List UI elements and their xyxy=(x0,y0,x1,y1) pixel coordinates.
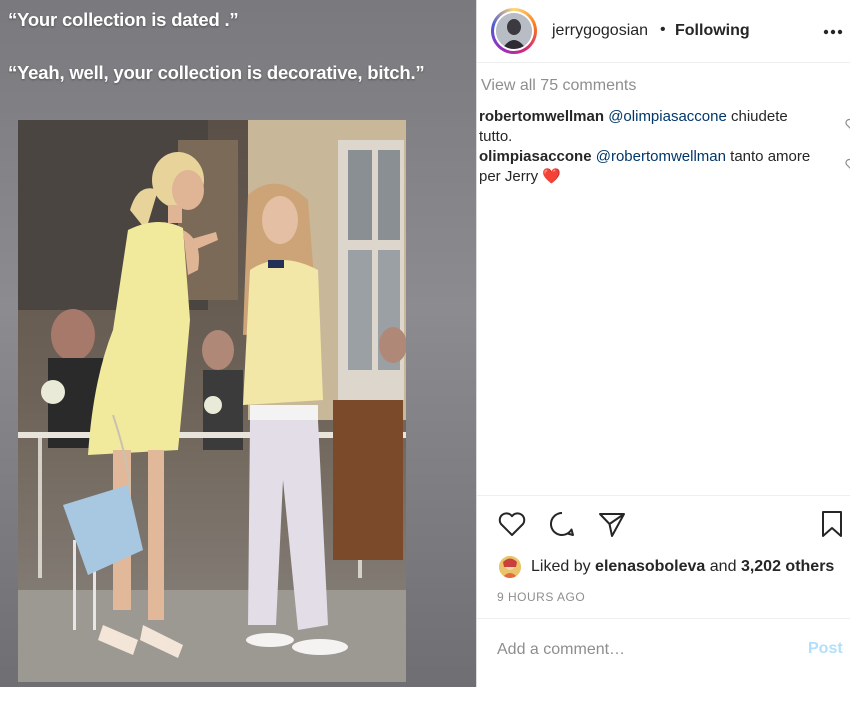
bookmark-icon xyxy=(822,511,842,537)
view-all-comments-link[interactable]: View all 75 comments xyxy=(481,77,636,95)
comment-author[interactable]: olimpiasaccone xyxy=(479,148,592,165)
comment-like-icon[interactable] xyxy=(845,118,850,132)
comment-icon xyxy=(550,511,574,536)
username-link[interactable]: jerrygogosian xyxy=(552,22,648,40)
comment-mention[interactable]: @olimpiasaccone xyxy=(608,108,727,125)
avatar-icon xyxy=(496,13,532,49)
heart-icon xyxy=(498,512,526,536)
comment-mention[interactable]: @robertomwellman xyxy=(596,148,726,165)
red-heart-emoji: ❤️ xyxy=(542,168,562,185)
avatar-icon xyxy=(499,556,521,578)
post-header: jerrygogosian • Following xyxy=(477,0,850,63)
photo-illustration xyxy=(18,120,406,682)
comment-item: robertomwellman @olimpiasaccone chiudete… xyxy=(479,107,819,147)
liker-avatar[interactable] xyxy=(499,556,521,578)
comment-author[interactable]: robertomwellman xyxy=(479,108,604,125)
comment-composer: Post xyxy=(477,618,850,687)
comment-button[interactable] xyxy=(547,509,577,544)
more-options-button[interactable] xyxy=(821,20,845,44)
post-image[interactable]: “Your collection is dated .” “Yeah, well… xyxy=(0,0,476,687)
add-comment-input[interactable] xyxy=(497,639,787,661)
post-info-panel: jerrygogosian • Following View all 75 co… xyxy=(476,0,850,687)
story-ring[interactable] xyxy=(491,8,537,54)
action-bar xyxy=(477,495,850,726)
more-horizontal-icon xyxy=(823,29,843,35)
comment-like-icon[interactable] xyxy=(845,158,850,172)
heart-outline-icon xyxy=(845,158,850,169)
avatar xyxy=(496,13,532,49)
save-button[interactable] xyxy=(817,509,847,544)
following-button[interactable]: Following xyxy=(675,22,750,40)
liker-username-link[interactable]: elenasoboleva xyxy=(595,558,705,575)
send-icon xyxy=(599,513,625,537)
post-timestamp[interactable]: 9 HOURS AGO xyxy=(497,590,585,604)
heart-outline-icon xyxy=(845,118,850,129)
post-comment-button[interactable]: Post xyxy=(808,640,843,658)
comment-item: olimpiasaccone @robertomwellman tanto am… xyxy=(479,147,819,187)
street-photo xyxy=(18,120,406,682)
likes-others-link[interactable]: 3,202 others xyxy=(741,558,834,575)
likes-prefix: Liked by xyxy=(531,558,591,575)
share-button[interactable] xyxy=(597,509,627,544)
likes-and: and xyxy=(709,558,737,575)
separator-dot: • xyxy=(660,21,666,38)
likes-text: Liked by elenasoboleva and 3,202 others xyxy=(531,558,834,576)
image-caption-line-1: “Your collection is dated .” xyxy=(8,9,239,30)
image-caption-line-2: “Yeah, well, your collection is decorati… xyxy=(8,62,425,83)
like-button[interactable] xyxy=(497,509,527,544)
